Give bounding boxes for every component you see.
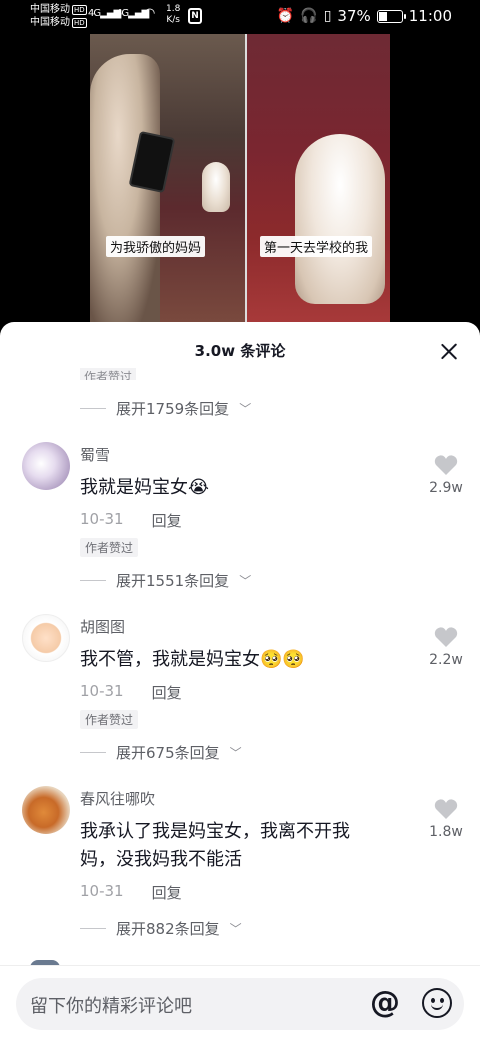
comment-date: 10-31 bbox=[80, 682, 124, 700]
crying-emoji-icon: 😭 bbox=[188, 477, 210, 498]
divider-line bbox=[80, 928, 106, 929]
comment-text[interactable]: 我就是妈宝女😭 bbox=[80, 474, 400, 502]
caption-left: 为我骄傲的妈妈 bbox=[106, 236, 206, 257]
vibrate-icon: ▯ bbox=[323, 8, 332, 24]
author-liked-tag: 作者赞过 bbox=[80, 710, 139, 729]
chevron-down-icon: ﹀ bbox=[229, 746, 242, 760]
carrier-2: 中国移动 bbox=[30, 17, 70, 28]
kitten-large bbox=[295, 134, 385, 304]
reply-button[interactable]: 回复 bbox=[152, 510, 182, 531]
like-count: 2.9w bbox=[429, 480, 463, 496]
video-panel-right bbox=[247, 34, 390, 324]
divider-line bbox=[80, 408, 106, 409]
network-speed: 1.8 K/s bbox=[166, 4, 181, 25]
heart-icon bbox=[434, 627, 458, 647]
comment-count-title: 3.0w 条评论 bbox=[194, 342, 286, 360]
comment-username[interactable]: 蜀雪 bbox=[80, 444, 110, 465]
divider-line bbox=[80, 580, 106, 581]
expand-replies-label: 展开1759条回复 bbox=[116, 400, 230, 418]
wifi-icon: ◠ bbox=[144, 6, 155, 21]
video-player[interactable]: 为我骄傲的妈妈 第一天去学校的我 bbox=[90, 34, 390, 324]
reply-button[interactable]: 回复 bbox=[152, 882, 182, 903]
divider-line bbox=[80, 752, 106, 753]
avatar[interactable] bbox=[22, 614, 70, 662]
comment-meta: 10-31 回复 bbox=[80, 682, 182, 703]
avatar[interactable] bbox=[22, 442, 70, 490]
caption-right: 第一天去学校的我 bbox=[260, 236, 373, 257]
sheet-header: 3.0w 条评论 bbox=[0, 322, 480, 378]
like-button[interactable]: 2.2w bbox=[426, 626, 466, 668]
comment-date: 10-31 bbox=[80, 882, 124, 900]
battery-icon bbox=[376, 9, 406, 23]
carrier-info: 中国移动 HD 中国移动 HD bbox=[30, 3, 87, 29]
like-count: 2.2w bbox=[429, 652, 463, 668]
like-count: 1.8w bbox=[429, 824, 463, 840]
headphones-icon: 🎧 bbox=[300, 8, 318, 24]
carrier-1: 中国移动 bbox=[30, 4, 70, 15]
battery-fill bbox=[378, 11, 387, 21]
comment-username[interactable]: 胡图图 bbox=[80, 616, 125, 637]
expand-replies-button[interactable]: 展开882条回复 ﹀ bbox=[80, 918, 242, 939]
expand-replies-button[interactable]: 展开1551条回复 ﹀ bbox=[80, 570, 251, 591]
avatar[interactable] bbox=[22, 786, 70, 834]
comment-username[interactable]: 春风往哪吹 bbox=[80, 788, 155, 809]
close-icon[interactable] bbox=[440, 342, 458, 360]
emoji-mouth bbox=[431, 1003, 443, 1010]
like-button[interactable]: 2.9w bbox=[426, 454, 466, 496]
video-panel-left bbox=[90, 34, 245, 324]
comment-text[interactable]: 我不管，我就是妈宝女🥺🥺 bbox=[80, 646, 400, 674]
comment-input-bar: 留下你的精彩评论吧 @ bbox=[0, 965, 480, 1040]
expand-replies-label: 展开675条回复 bbox=[116, 744, 220, 762]
expand-replies-label: 展开1551条回复 bbox=[116, 572, 230, 590]
pleading-emoji-icon: 🥺🥺 bbox=[260, 649, 305, 670]
author-liked-tag: 作者赞过 bbox=[80, 366, 137, 380]
expand-replies-label: 展开882条回复 bbox=[116, 920, 220, 938]
author-liked-tag: 作者赞过 bbox=[80, 538, 139, 557]
hd-badge: HD bbox=[72, 5, 87, 15]
comment-meta: 10-31 回复 bbox=[80, 882, 182, 903]
heart-icon bbox=[434, 799, 458, 819]
expand-replies-button[interactable]: 展开675条回复 ﹀ bbox=[80, 742, 242, 763]
system-status: ⏰ 🎧 ▯ 37% 11:00 bbox=[277, 7, 452, 25]
comment-input-placeholder: 留下你的精彩评论吧 bbox=[30, 996, 192, 1017]
comment-meta: 10-31 回复 bbox=[80, 510, 182, 531]
comment-input[interactable]: 留下你的精彩评论吧 @ bbox=[16, 978, 464, 1030]
comment-sheet: 3.0w 条评论 作者赞过 展开1759条回复 ﹀ 蜀雪 我就是妈宝女😭 10-… bbox=[0, 322, 480, 1040]
heart-icon bbox=[434, 455, 458, 475]
expand-replies-button[interactable]: 展开1759条回复 ﹀ bbox=[80, 398, 251, 419]
kitten-small bbox=[202, 162, 230, 212]
status-bar: 中国移动 HD 中国移动 HD 4G▂▄▆ 4G▂▄▆ ◠ 1.8 K/s N ⏰ … bbox=[0, 0, 480, 34]
comment-text[interactable]: 我承认了我是妈宝女，我离不开我 妈，没我妈我不能活 bbox=[80, 818, 400, 874]
nfc-icon: N bbox=[188, 8, 202, 24]
like-button[interactable]: 1.8w bbox=[426, 798, 466, 840]
at-icon[interactable]: @ bbox=[370, 986, 400, 1020]
chevron-down-icon: ﹀ bbox=[239, 402, 252, 416]
emoji-icon[interactable] bbox=[422, 988, 452, 1018]
alarm-icon: ⏰ bbox=[276, 8, 295, 24]
clock: 11:00 bbox=[408, 7, 452, 25]
chevron-down-icon: ﹀ bbox=[239, 574, 252, 588]
battery-percent: 37% bbox=[337, 7, 371, 25]
reply-button[interactable]: 回复 bbox=[152, 682, 182, 703]
chevron-down-icon: ﹀ bbox=[229, 922, 242, 936]
hd-badge: HD bbox=[72, 18, 87, 28]
comment-date: 10-31 bbox=[80, 510, 124, 528]
